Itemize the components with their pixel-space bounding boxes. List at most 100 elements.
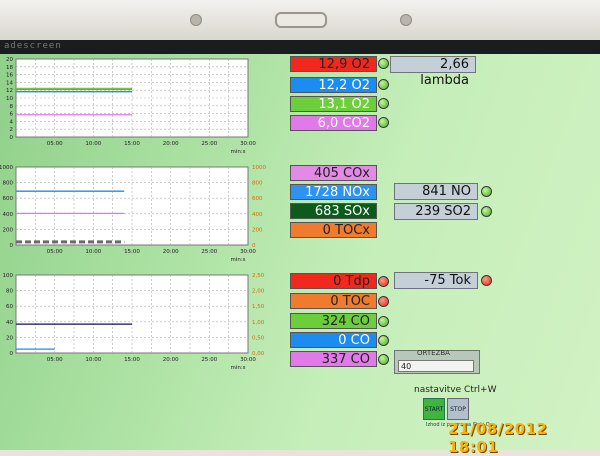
x-tick-label: 25:00 — [201, 357, 217, 363]
x-tick-label: 15:00 — [124, 357, 140, 363]
x-tick-label: 30:00 — [240, 249, 256, 255]
ortezba-label: ORTEZBA — [417, 349, 450, 357]
x-tick-label: 25:00 — [201, 141, 217, 147]
reading-o2-2: 12,2 O2 — [290, 77, 377, 93]
y-tick-label: 12 — [6, 88, 13, 94]
y-tick-label-right: 200 — [252, 227, 263, 233]
ortezba-group: ORTEZBA 40 — [394, 349, 480, 374]
status-led — [378, 79, 389, 90]
y-tick-label-right: 400 — [252, 212, 263, 218]
chart-emissions: 0 200 400 600 800 1000 0 200 400 600 800 1000 05:00 1… — [0, 164, 270, 274]
chart-o2: 0 2 4 6 8 10 12 14 16 18 20 05:00 10:00 15:00 20:00 25:… — [0, 56, 270, 166]
chart-o2-svg: 0 2 46 8 10 12 1416 18 20 05:00 10:00 15:00 20:00 25:… — [6, 57, 256, 155]
x-axis-label: min:s — [230, 257, 245, 263]
screw — [400, 14, 412, 26]
x-tick-label: 05:00 — [47, 357, 63, 363]
reading-so2: 239 SO2 — [394, 203, 478, 220]
status-led — [481, 275, 492, 286]
x-tick-label: 10:00 — [85, 141, 101, 147]
stop-button[interactable]: STOP — [447, 398, 469, 420]
x-tick-label: 10:00 — [85, 249, 101, 255]
y-tick-label-right: 800 — [252, 181, 263, 187]
status-led — [378, 117, 389, 128]
photo-timestamp: 21/08/2012 18:01 — [448, 420, 548, 456]
y-tick-label: 6 — [10, 112, 14, 118]
y-tick-label: 0 — [10, 243, 14, 249]
x-tick-label: 20:00 — [163, 141, 179, 147]
x-tick-label: 30:00 — [240, 357, 256, 363]
chart-emissions-svg: 020040060080010000200400600800100005:00 1… — [0, 165, 266, 263]
y-tick-label: 60 — [6, 304, 13, 310]
status-led — [378, 276, 389, 287]
y-tick-label-right: 1,50 — [252, 304, 265, 310]
monitor-hinge — [275, 12, 327, 28]
start-button[interactable]: START — [423, 398, 445, 420]
reading-co-2: 0 CO — [290, 332, 377, 348]
y-tick-label: 0 — [10, 351, 14, 357]
chart-co: 0 20 40 60 80 100 0,00 0,50 1,00 1,50 2,00 2,50 05:0… — [0, 272, 270, 382]
y-tick-label: 0 — [10, 135, 14, 141]
status-led — [378, 316, 389, 327]
reading-tocx: 0 TOCx — [290, 222, 377, 238]
reading-toc: 0 TOC — [290, 293, 377, 309]
x-tick-label: 05:00 — [47, 141, 63, 147]
status-led — [481, 206, 492, 217]
y-tick-label: 18 — [6, 65, 13, 71]
y-tick-label-right: 0,50 — [252, 335, 265, 341]
screw — [190, 14, 202, 26]
reading-cox: 405 COx — [290, 165, 377, 181]
x-axis-label: min:s — [230, 149, 245, 155]
status-led — [481, 186, 492, 197]
window-titlebar: adescreen — [0, 40, 600, 54]
y-tick-label-right: 600 — [252, 196, 263, 202]
x-tick-label: 15:00 — [124, 141, 140, 147]
reading-sox: 683 SOx — [290, 203, 377, 219]
y-tick-label-right: 1,00 — [252, 320, 265, 326]
x-tick-label: 20:00 — [163, 357, 179, 363]
reading-o2-1: 12,9 O2 — [290, 56, 377, 72]
y-tick-label: 200 — [3, 227, 14, 233]
y-tick-label-right: 1000 — [252, 165, 266, 171]
x-tick-label: 30:00 — [240, 141, 256, 147]
y-tick-label: 800 — [3, 181, 14, 187]
reading-no: 841 NO — [394, 183, 478, 200]
chart-co-svg: 0204060801000,000,501,001,502,002,5005:0… — [3, 273, 265, 371]
y-tick-label: 100 — [3, 273, 14, 279]
y-tick-label: 600 — [3, 196, 14, 202]
y-tick-label: 4 — [10, 119, 14, 125]
y-tick-label: 20 — [6, 335, 13, 341]
status-led — [378, 354, 389, 365]
status-led — [378, 98, 389, 109]
screen: adescreen 0 2 4 6 8 10 12 14 16 18 20 05:00 10:00 15:… — [0, 40, 600, 450]
settings-hint: nastavitve Ctrl+W — [414, 385, 497, 395]
window-title: adescreen — [4, 41, 62, 51]
status-led — [378, 296, 389, 307]
status-led — [378, 335, 389, 346]
y-tick-label: 20 — [6, 57, 13, 63]
y-tick-label-right: 2,50 — [252, 273, 265, 279]
y-tick-label: 80 — [6, 289, 13, 295]
ortezba-input[interactable]: 40 — [398, 360, 474, 372]
x-tick-label: 15:00 — [124, 249, 140, 255]
y-tick-label: 8 — [10, 104, 14, 110]
status-led — [378, 58, 389, 69]
y-tick-label: 400 — [3, 212, 14, 218]
y-tick-label: 1000 — [0, 165, 13, 171]
x-axis-label: min:s — [230, 365, 245, 371]
y-tick-label: 2 — [10, 127, 14, 133]
y-tick-label: 10 — [6, 96, 13, 102]
reading-nox: 1728 NOx — [290, 184, 377, 200]
reading-co-1: 324 CO — [290, 313, 377, 329]
y-tick-label: 16 — [6, 73, 13, 79]
reading-co2: 6,0 CO2 — [290, 115, 377, 131]
x-tick-label: 20:00 — [163, 249, 179, 255]
plot-area — [15, 166, 249, 246]
reading-tdp: 0 Tdp — [290, 273, 377, 289]
y-tick-label-right: 2,00 — [252, 289, 265, 295]
reading-o2-3: 13,1 O2 — [290, 96, 377, 112]
x-tick-label: 10:00 — [85, 357, 101, 363]
plot-area — [15, 274, 249, 354]
reading-tok: -75 Tok — [394, 272, 478, 289]
y-tick-label: 40 — [6, 320, 13, 326]
x-tick-label: 05:00 — [47, 249, 63, 255]
